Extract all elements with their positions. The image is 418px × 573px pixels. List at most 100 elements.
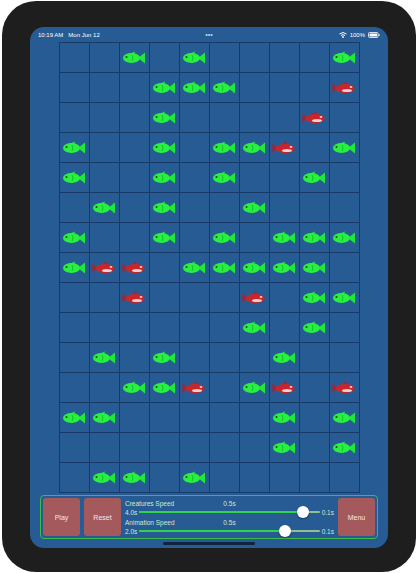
board-cell[interactable] (90, 433, 119, 462)
board-cell[interactable] (330, 343, 359, 372)
board-cell[interactable] (330, 73, 359, 102)
board-cell[interactable] (330, 313, 359, 342)
board-cell[interactable] (300, 163, 329, 192)
board-cell[interactable] (120, 463, 149, 492)
board-cell[interactable] (120, 433, 149, 462)
board-cell[interactable] (120, 313, 149, 342)
board-cell[interactable] (240, 163, 269, 192)
board-cell[interactable] (150, 313, 179, 342)
board-cell[interactable] (300, 103, 329, 132)
board-cell[interactable] (270, 313, 299, 342)
board-cell[interactable] (180, 193, 209, 222)
board-cell[interactable] (300, 283, 329, 312)
board-cell[interactable] (180, 313, 209, 342)
board-cell[interactable] (240, 433, 269, 462)
board-cell[interactable] (210, 313, 239, 342)
slider-track[interactable] (139, 530, 319, 532)
board-cell[interactable] (300, 193, 329, 222)
board-cell[interactable] (270, 163, 299, 192)
board-cell[interactable] (330, 103, 359, 132)
board-cell[interactable] (60, 433, 89, 462)
board-cell[interactable] (300, 43, 329, 72)
board-cell[interactable] (180, 433, 209, 462)
board-cell[interactable] (240, 283, 269, 312)
board-cell[interactable] (210, 283, 239, 312)
board-cell[interactable] (330, 193, 359, 222)
slider-thumb[interactable] (297, 506, 309, 518)
board-cell[interactable] (90, 73, 119, 102)
board-cell[interactable] (150, 193, 179, 222)
board-cell[interactable] (270, 283, 299, 312)
board-cell[interactable] (240, 343, 269, 372)
board-cell[interactable] (120, 283, 149, 312)
board-cell[interactable] (150, 283, 179, 312)
board-cell[interactable] (210, 133, 239, 162)
board-cell[interactable] (60, 133, 89, 162)
board-cell[interactable] (270, 343, 299, 372)
board-cell[interactable] (120, 103, 149, 132)
board-cell[interactable] (120, 223, 149, 252)
board-cell[interactable] (300, 343, 329, 372)
board-cell[interactable] (90, 223, 119, 252)
board-cell[interactable] (270, 193, 299, 222)
board-cell[interactable] (210, 103, 239, 132)
board-cell[interactable] (330, 373, 359, 402)
board-cell[interactable] (150, 253, 179, 282)
board-cell[interactable] (120, 163, 149, 192)
board-cell[interactable] (330, 223, 359, 252)
board-cell[interactable] (240, 463, 269, 492)
slider-track[interactable] (139, 511, 319, 513)
board-cell[interactable] (270, 373, 299, 402)
board-cell[interactable] (300, 223, 329, 252)
board-cell[interactable] (180, 133, 209, 162)
board-cell[interactable] (210, 73, 239, 102)
board-cell[interactable] (240, 43, 269, 72)
board-cell[interactable] (300, 73, 329, 102)
board-cell[interactable] (60, 463, 89, 492)
board-cell[interactable] (270, 133, 299, 162)
board-cell[interactable] (270, 463, 299, 492)
board-cell[interactable] (210, 193, 239, 222)
board-cell[interactable] (60, 283, 89, 312)
board-cell[interactable] (90, 163, 119, 192)
board-cell[interactable] (270, 223, 299, 252)
board-cell[interactable] (180, 403, 209, 432)
board-cell[interactable] (270, 73, 299, 102)
board-cell[interactable] (210, 403, 239, 432)
board-cell[interactable] (210, 163, 239, 192)
board-cell[interactable] (210, 373, 239, 402)
board-cell[interactable] (300, 253, 329, 282)
board-cell[interactable] (300, 433, 329, 462)
board-cell[interactable] (300, 133, 329, 162)
board-cell[interactable] (300, 373, 329, 402)
board-cell[interactable] (60, 253, 89, 282)
board-cell[interactable] (210, 253, 239, 282)
board-cell[interactable] (240, 403, 269, 432)
board-cell[interactable] (330, 43, 359, 72)
board-cell[interactable] (90, 103, 119, 132)
board-cell[interactable] (60, 373, 89, 402)
home-indicator[interactable] (163, 542, 255, 545)
slider-thumb[interactable] (279, 525, 291, 537)
board-cell[interactable] (90, 283, 119, 312)
board-cell[interactable] (60, 313, 89, 342)
board-cell[interactable] (120, 43, 149, 72)
board-cell[interactable] (90, 403, 119, 432)
board-cell[interactable] (150, 43, 179, 72)
board-cell[interactable] (60, 73, 89, 102)
board-cell[interactable] (180, 253, 209, 282)
board-cell[interactable] (180, 343, 209, 372)
action-button[interactable]: Play (43, 498, 80, 536)
board-cell[interactable] (90, 43, 119, 72)
board-cell[interactable] (120, 373, 149, 402)
board-cell[interactable] (180, 463, 209, 492)
board-cell[interactable] (60, 163, 89, 192)
board-cell[interactable] (150, 433, 179, 462)
board-cell[interactable] (120, 73, 149, 102)
board-cell[interactable] (210, 433, 239, 462)
board-cell[interactable] (330, 253, 359, 282)
board-cell[interactable] (330, 463, 359, 492)
board-cell[interactable] (240, 133, 269, 162)
board-cell[interactable] (240, 253, 269, 282)
board-cell[interactable] (240, 223, 269, 252)
